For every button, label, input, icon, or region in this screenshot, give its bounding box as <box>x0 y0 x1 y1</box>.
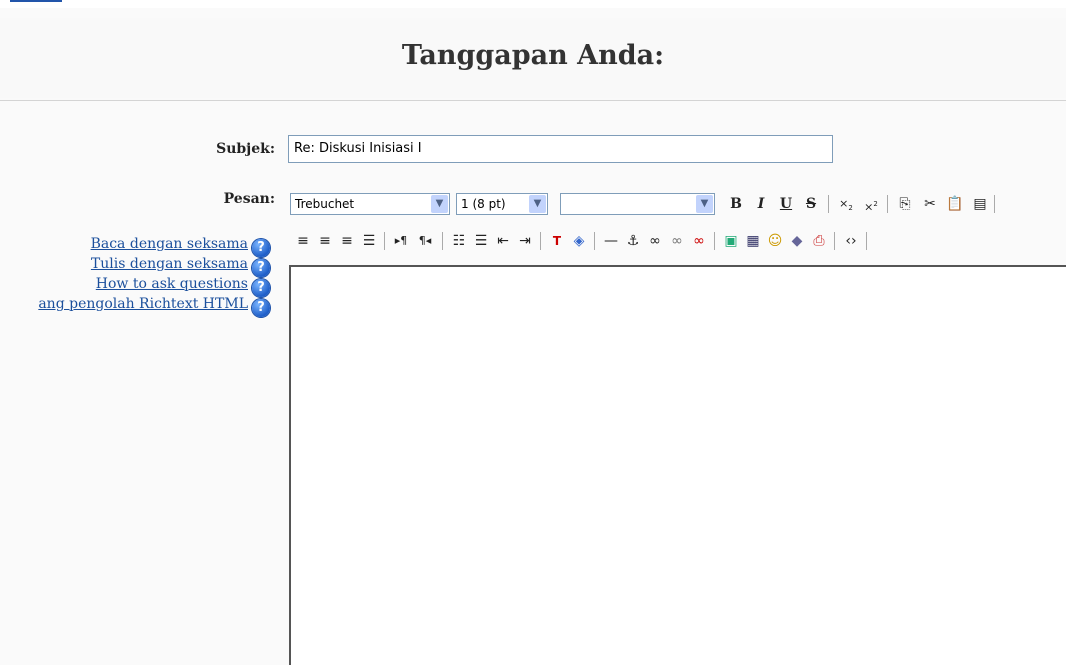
indent-icon[interactable]: ⇥ <box>514 230 536 252</box>
html-source-icon[interactable]: ‹› <box>840 230 862 252</box>
subject-input[interactable]: Re: Diskusi Inisiasi I <box>288 135 833 163</box>
unordered-list-icon[interactable]: ☰ <box>470 230 492 252</box>
toolbar-separator <box>442 232 443 250</box>
help-links: Baca dengan seksama? Tulis dengan seksam… <box>38 234 270 317</box>
align-left-icon[interactable]: ≡ <box>292 230 314 252</box>
anchor-icon[interactable]: ⚓ <box>622 230 644 252</box>
align-center-icon[interactable]: ≡ <box>314 230 336 252</box>
toolbar-separator <box>866 232 867 250</box>
toolbar-separator <box>828 195 829 213</box>
help-link-row: How to ask questions? <box>38 274 270 297</box>
copy-icon[interactable]: ⎘ <box>894 193 916 215</box>
toolbar-separator <box>887 195 888 213</box>
help-icon[interactable]: ? <box>252 299 270 317</box>
nolink-icon[interactable]: ∞ <box>688 230 710 252</box>
superscript-icon[interactable]: ×2 <box>860 193 882 215</box>
unlink-icon[interactable]: ∞ <box>666 230 688 252</box>
toolbar-separator <box>834 232 835 250</box>
text-color-icon[interactable]: T <box>546 230 568 252</box>
format-select[interactable]: ▼ <box>560 193 715 215</box>
message-label: Pesan: <box>223 191 275 207</box>
divider <box>0 100 1066 101</box>
background-color-icon[interactable]: ◈ <box>568 230 590 252</box>
font-size-select[interactable]: 1 (8 pt) ▼ <box>456 193 548 215</box>
paste-icon[interactable]: 📋 <box>944 193 966 215</box>
page-heading-bar: Tanggapan Anda: <box>0 18 1066 98</box>
truncated-link[interactable] <box>10 0 62 2</box>
subscript-icon[interactable]: ×2 <box>835 193 857 215</box>
special-char-icon[interactable]: ◆ <box>786 230 808 252</box>
top-strip <box>0 0 1066 8</box>
font-family-select[interactable]: Trebuchet ▼ <box>290 193 450 215</box>
bold-icon[interactable]: B <box>725 193 747 215</box>
link-icon[interactable]: ∞ <box>644 230 666 252</box>
toolbar-separator <box>994 195 995 213</box>
toolbar-separator <box>384 232 385 250</box>
align-right-icon[interactable]: ≡ <box>336 230 358 252</box>
smiley-icon[interactable]: ☺ <box>764 230 786 252</box>
editor-toolbar-row-1: Trebuchet ▼ 1 (8 pt) ▼ ▼ B I U S ×2 ×2 ⎘… <box>290 191 1066 217</box>
toolbar-separator <box>540 232 541 250</box>
chevron-down-icon[interactable]: ▼ <box>431 195 448 213</box>
help-link-richtext[interactable]: ang pengolah Richtext HTML <box>38 296 248 312</box>
help-link-row: Baca dengan seksama? <box>38 234 270 257</box>
help-link-row: ang pengolah Richtext HTML? <box>38 294 270 317</box>
editor-toolbar-row-2: ≡ ≡ ≡ ☰ ▸¶ ¶◂ ☷ ☰ ⇤ ⇥ T ◈ — ⚓ ∞ ∞ ∞ ▣ ▦ … <box>292 228 1066 254</box>
subject-label: Subjek: <box>216 141 275 157</box>
help-link-questions[interactable]: How to ask questions <box>96 276 248 292</box>
toolbar-separator <box>594 232 595 250</box>
toolbar-separator <box>714 232 715 250</box>
help-link-read[interactable]: Baca dengan seksama <box>91 236 248 252</box>
horizontal-rule-icon[interactable]: — <box>600 230 622 252</box>
table-icon[interactable]: ▦ <box>742 230 764 252</box>
underline-icon[interactable]: U <box>775 193 797 215</box>
help-link-write[interactable]: Tulis dengan seksama <box>91 256 248 272</box>
image-icon[interactable]: ▣ <box>720 230 742 252</box>
justify-icon[interactable]: ☰ <box>358 230 380 252</box>
search-replace-icon[interactable]: ⎙ <box>808 230 830 252</box>
cut-icon[interactable]: ✂ <box>919 193 941 215</box>
help-link-row: Tulis dengan seksama? <box>38 254 270 277</box>
strikethrough-icon[interactable]: S <box>800 193 822 215</box>
message-editor[interactable] <box>289 265 1066 665</box>
ltr-icon[interactable]: ▸¶ <box>390 230 412 252</box>
font-size-value: 1 (8 pt) <box>461 197 506 211</box>
ordered-list-icon[interactable]: ☷ <box>448 230 470 252</box>
chevron-down-icon[interactable]: ▼ <box>696 195 713 213</box>
rtl-icon[interactable]: ¶◂ <box>414 230 436 252</box>
outdent-icon[interactable]: ⇤ <box>492 230 514 252</box>
chevron-down-icon[interactable]: ▼ <box>529 195 546 213</box>
paste-word-icon[interactable]: ▤ <box>969 193 991 215</box>
page-title: Tanggapan Anda: <box>401 40 665 71</box>
italic-icon[interactable]: I <box>750 193 772 215</box>
font-family-value: Trebuchet <box>295 197 355 211</box>
